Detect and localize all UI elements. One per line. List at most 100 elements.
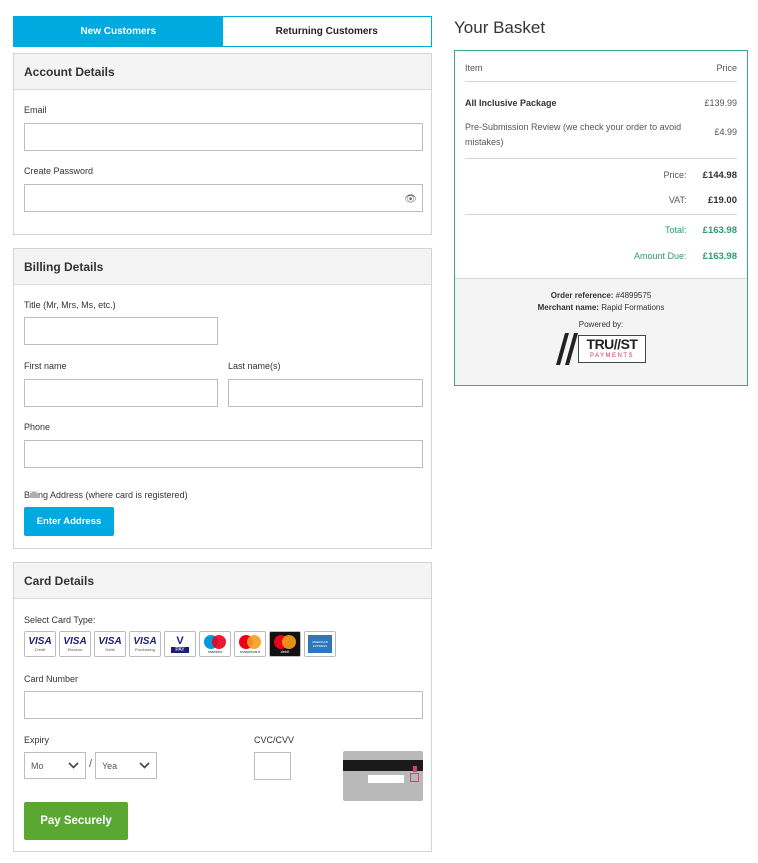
email-field[interactable] (24, 123, 423, 151)
amount-due-row: Amount Due: £163.98 (465, 251, 737, 262)
card-subtype: Purchasing (134, 646, 155, 652)
merchant-name-value: Rapid Formations (601, 303, 665, 312)
cvc-field[interactable] (254, 752, 291, 780)
chevron-down-icon (139, 762, 150, 769)
card-number-label: Card Number (24, 674, 79, 684)
first-name-field[interactable] (24, 379, 218, 407)
expiry-label: Expiry (24, 735, 50, 745)
last-name-field[interactable] (228, 379, 423, 407)
card-subtype: Debit (105, 646, 115, 652)
divider (465, 214, 737, 215)
card-subtype: debit (280, 648, 290, 654)
card-maestro[interactable]: maestro (199, 631, 231, 657)
card-visa-purchasing[interactable]: VISA Purchasing (129, 631, 161, 657)
subtotal-row: Price: £144.98 (465, 170, 737, 181)
vat-value: £19.00 (707, 195, 737, 206)
expiry-month-value: Mo (31, 760, 44, 771)
order-reference: Order reference: #4899575 (455, 291, 747, 300)
expiry-separator: / (89, 758, 93, 770)
card-visa-debit[interactable]: VISA Debit (94, 631, 126, 657)
pay-securely-button[interactable]: Pay Securely (24, 802, 128, 840)
card-details-heading: Card Details (14, 563, 431, 599)
vat-label: VAT: (668, 195, 687, 205)
account-details-panel: Account Details Email Create Password 👁 (13, 53, 432, 235)
amex-logo-icon: AMERICAN EXPRESS (308, 635, 332, 653)
card-amex[interactable]: AMERICAN EXPRESS (304, 631, 336, 657)
card-visa-electron[interactable]: VISA Electron (59, 631, 91, 657)
billing-details-heading: Billing Details (14, 249, 431, 285)
card-subtype: Credit (34, 646, 46, 652)
visa-logo-text: VISA (28, 635, 52, 647)
basket-column: Your Basket Item Price All Inclusive Pac… (454, 16, 748, 386)
email-label: Email (24, 105, 47, 115)
chevron-down-icon (68, 762, 79, 769)
customer-tabs: New Customers Returning Customers (13, 16, 432, 47)
expiry-year-value: Yea (102, 760, 118, 771)
item-column-header: Item (465, 63, 483, 73)
card-mastercard[interactable]: mastercard (234, 631, 266, 657)
password-wrapper: 👁 (24, 184, 423, 212)
card-vpay[interactable]: V PAY (164, 631, 196, 657)
mastercard-logo-icon (274, 634, 296, 649)
card-subtype: mastercard (239, 648, 260, 654)
expiry-year-select[interactable]: Yea (95, 752, 157, 779)
enter-address-button[interactable]: Enter Address (24, 507, 114, 536)
card-details-panel: Card Details Select Card Type: VISA Cred… (13, 562, 432, 852)
expiry-month-select[interactable]: Mo (24, 752, 86, 779)
basket-panel: Item Price All Inclusive Package £139.99… (454, 50, 748, 386)
card-visa-credit[interactable]: VISA Credit (24, 631, 56, 657)
show-password-icon[interactable]: 👁 (404, 194, 417, 205)
merchant-name-label: Merchant name: (537, 303, 599, 312)
phone-field[interactable] (24, 440, 423, 468)
basket-header-row: Item Price (465, 63, 737, 73)
trust-logo-subtext: PAYMENTS (589, 353, 635, 359)
card-subtype: PAY (171, 646, 189, 653)
select-card-type-label: Select Card Type: (24, 615, 96, 625)
subtotal-label: Price: (663, 170, 687, 180)
account-details-heading: Account Details (14, 54, 431, 90)
basket-item-name: All Inclusive Package (465, 98, 557, 108)
last-name-label: Last name(s) (228, 361, 281, 371)
tab-returning-customers[interactable]: Returning Customers (222, 17, 431, 46)
amex-logo-text: AMERICAN EXPRESS (312, 640, 328, 648)
divider (465, 158, 737, 159)
cvc-label: CVC/CVV (254, 735, 295, 745)
basket-item-name: Pre-Submission Review (we check your ord… (465, 122, 682, 147)
cvc-highlight (410, 773, 419, 782)
card-mastercard-debit[interactable]: debit (269, 631, 301, 657)
amount-due-value: £163.98 (702, 251, 737, 262)
card-subtype: maestro (207, 648, 223, 654)
basket-item-price: £139.99 (704, 98, 737, 108)
trust-payments-logo: TRU//ST PAYMENTS (556, 333, 646, 365)
merchant-name: Merchant name: Rapid Formations (455, 303, 747, 312)
first-name-label: First name (24, 361, 67, 371)
magnetic-stripe (343, 760, 423, 771)
visa-logo-text: VISA (98, 635, 122, 647)
billing-details-panel: Billing Details Title (Mr, Mrs, Ms, etc.… (13, 248, 432, 549)
checkout-form: New Customers Returning Customers Accoun… (13, 16, 432, 852)
subtotal-value: £144.98 (702, 170, 737, 181)
card-subtype: Electron (67, 646, 83, 652)
basket-footer: Order reference: #4899575 Merchant name:… (455, 278, 747, 385)
trust-slash-icon (556, 333, 578, 365)
password-label: Create Password (24, 166, 94, 176)
title-field[interactable] (24, 317, 218, 345)
billing-address-label: Billing Address (where card is registere… (24, 490, 188, 500)
total-value: £163.98 (702, 225, 737, 236)
arrow-down-icon (413, 766, 417, 772)
card-number-field[interactable] (24, 691, 423, 719)
trust-logo-text: TRU//ST (586, 336, 638, 352)
price-column-header: Price (716, 63, 737, 73)
cvc-hint-card-image (343, 751, 423, 801)
vpay-logo-text: V (176, 634, 184, 647)
powered-by-label: Powered by: (578, 320, 624, 329)
order-reference-value: #4899575 (615, 291, 652, 300)
signature-strip (368, 775, 404, 783)
order-reference-label: Order reference: (550, 291, 614, 300)
total-label: Total: (664, 225, 687, 235)
vat-row: VAT: £19.00 (465, 195, 737, 206)
password-field[interactable] (24, 184, 423, 212)
phone-label: Phone (24, 422, 51, 432)
basket-item-price: £4.99 (714, 127, 737, 137)
tab-new-customers[interactable]: New Customers (14, 17, 223, 46)
